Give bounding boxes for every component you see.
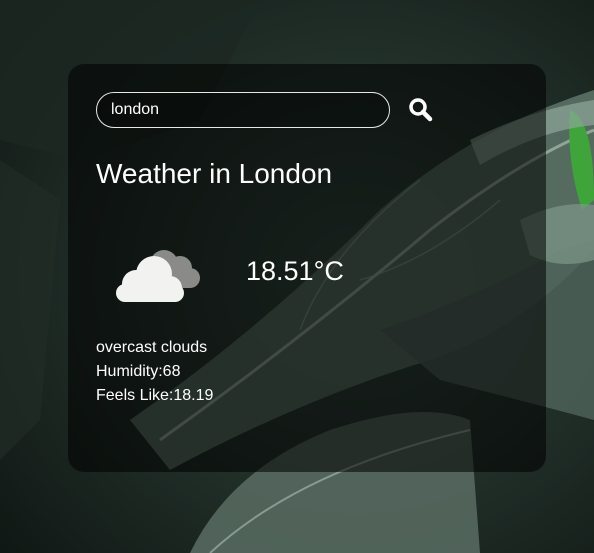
humidity-value: Humidity:68 (96, 363, 181, 380)
temperature-value: 18.51°C (246, 256, 344, 286)
weather-description: overcast clouds (96, 339, 208, 356)
feels-like-value: Feels Like:18.19 (96, 387, 214, 404)
search-icon (409, 98, 433, 122)
search-bar (96, 92, 436, 130)
overcast-cloud-icon (106, 238, 206, 312)
search-button[interactable] (406, 95, 436, 125)
city-weather-title: Weather in London (96, 158, 333, 189)
city-search-input[interactable] (96, 92, 390, 128)
